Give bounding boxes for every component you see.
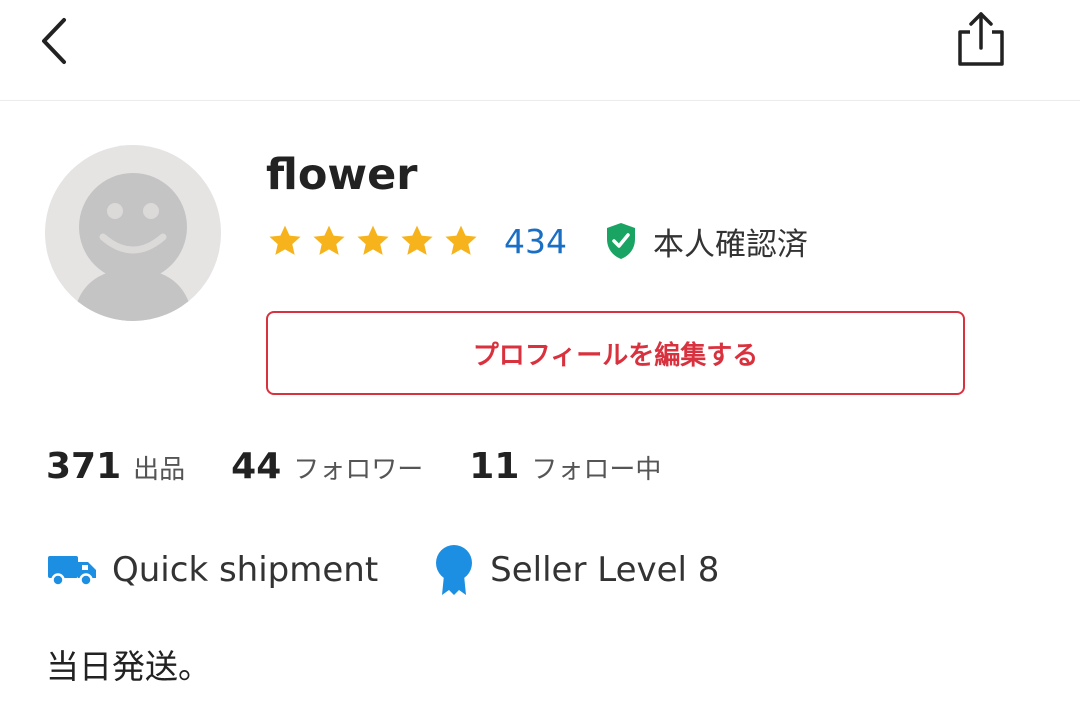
badge-seller-level: Seller Level 8 [432,543,719,597]
top-nav-bar [0,0,1080,101]
profile-bio: 当日発送。 [46,647,211,686]
stat-value: 44 [231,446,282,487]
username: flower [266,150,418,200]
star-icon [445,225,477,255]
share-button[interactable] [950,6,1012,72]
default-avatar-icon [45,145,221,321]
medal-icon [436,545,473,595]
rating-row: 434 本人確認済 [266,216,808,266]
chevron-left-icon [42,18,66,64]
badge-label: Seller Level 8 [490,550,720,590]
stats-row: 371 出品 44 フォロワー 11 フォロー中 [46,446,661,496]
verified-label: 本人確認済 [653,226,808,263]
stat-label: フォロワー [293,455,424,485]
star-icon [313,225,345,255]
star-icon [357,225,389,255]
shield-check-icon [607,223,635,259]
review-count-link[interactable]: 434 [504,222,567,261]
stat-followers[interactable]: 44 フォロワー [231,446,423,487]
stat-following[interactable]: 11 フォロー中 [469,446,661,487]
badge-quick-shipment: Quick shipment [46,550,378,590]
star-icon [269,225,301,255]
stat-value: 11 [469,446,520,487]
star-icon [401,225,433,255]
badge-label: Quick shipment [112,550,379,590]
star-rating[interactable] [266,222,480,260]
stat-value: 371 [46,446,122,487]
stat-label: 出品 [133,455,186,485]
avatar[interactable] [45,145,221,321]
stat-label: フォロー中 [531,455,662,485]
edit-profile-button[interactable]: プロフィールを編集する [266,311,965,395]
truck-icon [48,556,96,587]
badges-row: Quick shipment Seller Level 8 [46,540,719,600]
back-button[interactable] [30,8,82,68]
share-icon [958,12,1004,66]
stat-listings[interactable]: 371 出品 [46,446,185,487]
